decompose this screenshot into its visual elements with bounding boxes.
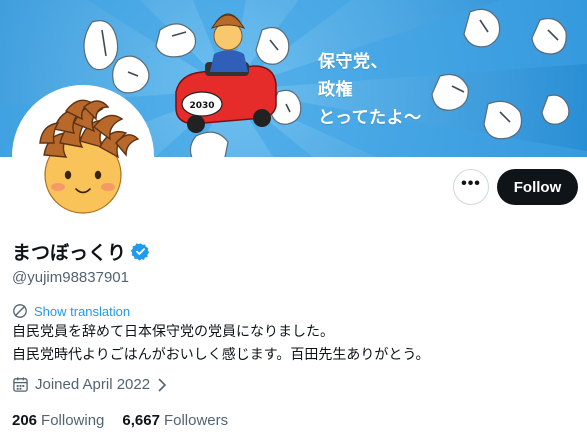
profile-name-row: まつぼっくり (12, 238, 150, 265)
joined-date-label: Joined April 2022 (35, 376, 151, 393)
bio-line: 自民党時代よりごはんがおいしく感じます。百田先生ありがとう。 (12, 347, 430, 363)
display-name: まつぼっくり (12, 242, 127, 264)
profile-avatar[interactable] (12, 85, 154, 227)
followers-link[interactable]: 6,667 Followers (122, 412, 228, 429)
pinecone-character-icon (16, 89, 150, 223)
show-translation-label: Show translation (34, 303, 131, 319)
show-translation-link[interactable]: Show translation (12, 303, 130, 319)
more-icon: ••• (461, 175, 481, 192)
followers-count: 6,667 (122, 412, 160, 429)
banner-caption: 保守党、 政権 とってたよ〜 (318, 48, 422, 132)
joined-date-row[interactable]: Joined April 2022 (12, 376, 169, 393)
bio-line: 自民党員を辞めて日本保守党の党員になりました。 (12, 324, 334, 340)
banner-caption-line: 保守党、 (318, 52, 388, 72)
following-count: 206 (12, 412, 38, 429)
banner-caption-line: とってたよ〜 (318, 108, 422, 128)
following-label: Following (41, 412, 105, 429)
profile-handle: @yujim98837901 (12, 269, 129, 286)
follow-stats: 206 Following 6,667 Followers (12, 412, 246, 429)
more-options-button[interactable]: ••• (453, 169, 489, 205)
follow-button[interactable]: Follow (497, 169, 578, 205)
verified-badge-icon[interactable] (131, 242, 150, 261)
chevron-right-icon (158, 378, 166, 391)
followers-label: Followers (163, 412, 229, 429)
profile-bio: 自民党員を辞めて日本保守党の党員になりました。 自民党時代よりごはんがおいしく感… (12, 321, 429, 367)
calendar-icon (13, 377, 28, 392)
following-link[interactable]: 206 Following (12, 412, 104, 429)
svg-text:2030: 2030 (189, 101, 214, 111)
translate-icon (13, 304, 27, 318)
banner-caption-line: 政権 (318, 80, 353, 100)
